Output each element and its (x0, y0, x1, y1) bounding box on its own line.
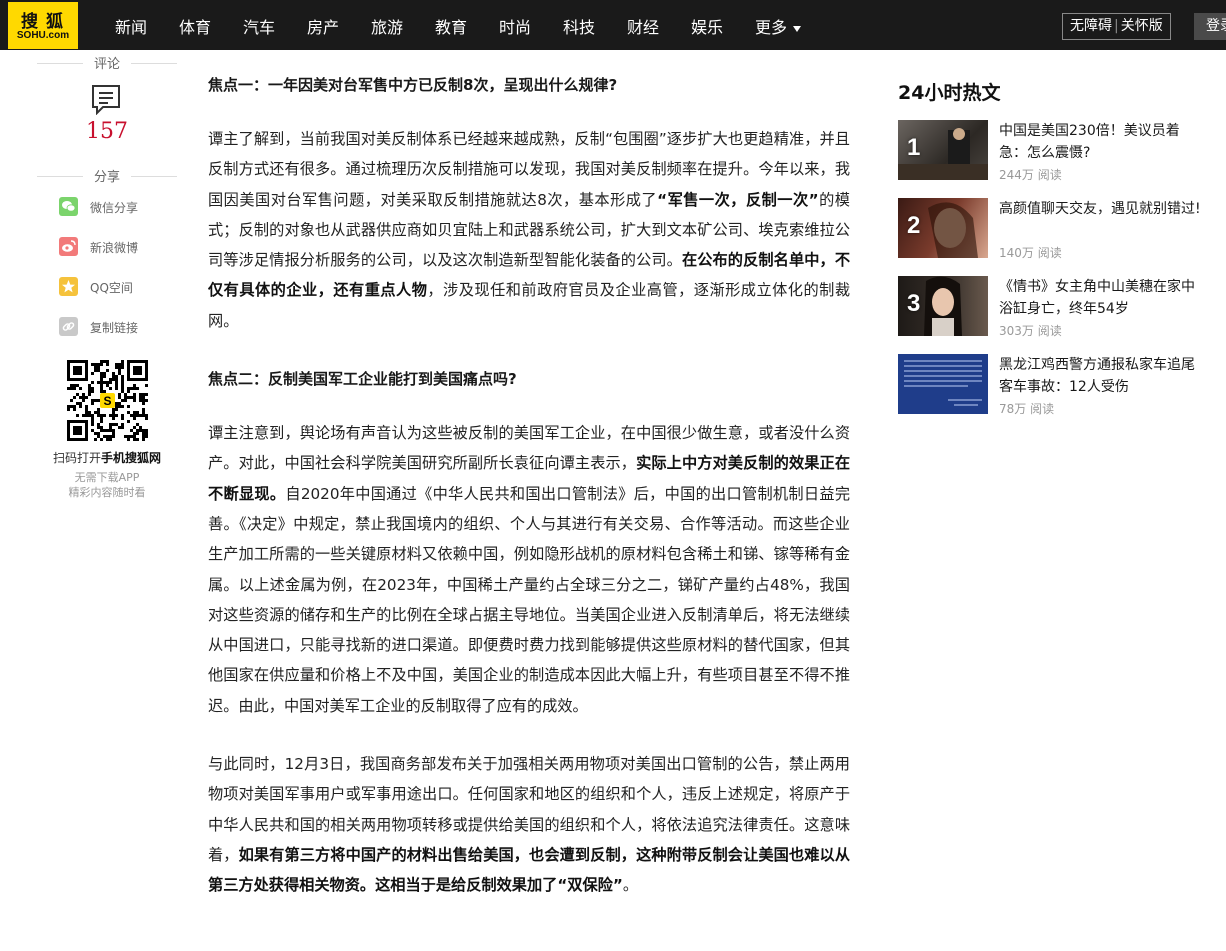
logo-en: SOHU.com (16, 30, 70, 41)
comment-section-label: 评论 (37, 53, 177, 73)
nav-item-news[interactable]: 新闻 (115, 14, 147, 38)
article-paragraph: 谭主注意到，舆论场有声音认为这些被反制的美国军工企业，在中国很少做生意，或者没什… (208, 424, 851, 715)
hot-item-reads: 78万 阅读 (999, 402, 1055, 416)
focus2-heading: 焦点二：反制美国军工企业能打到美国痛点吗? (208, 370, 517, 389)
hot-item-title[interactable]: 高颜值聊天交友，遇见就别错过! (999, 198, 1204, 220)
nav-item-tech[interactable]: 科技 (563, 14, 595, 38)
logo-cn: 搜狐 (21, 12, 71, 32)
divider: | (1114, 18, 1119, 34)
nav-item-sports[interactable]: 体育 (179, 14, 211, 38)
comment-icon[interactable] (90, 83, 122, 115)
share-wechat-label: 微信分享 (90, 201, 139, 215)
hot-thumbnail[interactable]: 3 (898, 276, 988, 336)
weibo-icon (59, 237, 78, 256)
hot-list-item[interactable]: 3 《情书》女主角中山美穗在家中浴缸身亡，终年54岁 303万 阅读 (898, 276, 1208, 338)
article-paragraph: 谭主了解到，当前我国对美反制体系已经越来越成熟，反制“包围圈”逐步扩大也更趋精准… (208, 130, 851, 330)
elderly-mode-label[interactable]: 关怀版 (1121, 18, 1163, 34)
share-copy-link-label: 复制链接 (90, 321, 139, 335)
hot-item-reads: 244万 阅读 (999, 168, 1062, 182)
article-body: 焦点一：一年因美对台军售中方已反制8次，呈现出什么规律? 谭主了解到，当前我国对… (208, 70, 850, 929)
hot-thumbnail[interactable]: 2 (898, 198, 988, 258)
share-qzone-label: QQ空间 (90, 281, 133, 295)
share-weibo-label: 新浪微博 (90, 241, 139, 255)
nav-item-finance[interactable]: 财经 (627, 14, 659, 38)
hot-list-item[interactable]: 黑龙江鸡西警方通报私家车追尾客车事故：12人受伤 78万 阅读 (898, 354, 1208, 416)
hot-thumbnail[interactable]: 1 (898, 120, 988, 180)
nav-more-menu[interactable]: 更多 (755, 14, 802, 38)
police-notice-image (904, 360, 982, 406)
hot-list-title: 24小时热文 (898, 82, 1001, 104)
nav-more-label: 更多 (755, 18, 788, 37)
hot-rank: 2 (907, 212, 921, 239)
hot-list-item[interactable]: 2 高颜值聊天交友，遇见就别错过! 140万 阅读 (898, 198, 1208, 260)
qr-center-logo: S (103, 394, 111, 408)
hot-rank: 3 (907, 290, 921, 317)
qr-caption: 扫码打开手机搜狐网 (37, 449, 177, 466)
hot-item-reads: 140万 阅读 (999, 246, 1062, 260)
chevron-down-icon (793, 25, 802, 32)
qr-subtext-2: 精彩内容随时看 (68, 486, 146, 499)
article-paragraph: 与此同时，12月3日，我国商务部发布关于加强相关两用物项对美国出口管制的公告，禁… (208, 755, 851, 895)
top-nav-bar: 搜狐 SOHU.com 新闻 体育 汽车 房产 旅游 教育 时尚 科技 财经 娱… (0, 0, 1226, 50)
wechat-icon (59, 197, 78, 216)
hot-item-title[interactable]: 黑龙江鸡西警方通报私家车追尾客车事故：12人受伤 (999, 354, 1204, 398)
hot-item-title[interactable]: 《情书》女主角中山美穗在家中浴缸身亡，终年54岁 (999, 276, 1204, 320)
nav-item-fashion[interactable]: 时尚 (499, 14, 531, 38)
nav-item-travel[interactable]: 旅游 (371, 14, 403, 38)
nav-item-entertainment[interactable]: 娱乐 (691, 14, 723, 38)
nav-item-house[interactable]: 房产 (307, 14, 339, 38)
sohu-logo[interactable]: 搜狐 SOHU.com (8, 2, 78, 49)
link-icon (59, 317, 78, 336)
hot-item-title[interactable]: 中国是美国230倍！美议员着急：怎么震慑? (999, 120, 1204, 164)
nav-item-auto[interactable]: 汽车 (243, 14, 275, 38)
accessibility-toggle[interactable]: 无障碍 | 关怀版 (1062, 13, 1171, 40)
focus1-heading: 焦点一：一年因美对台军售中方已反制8次，呈现出什么规律? (208, 76, 618, 94)
hot-item-reads: 303万 阅读 (999, 324, 1062, 338)
qr-subtext-1: 无需下载APP (74, 471, 140, 484)
share-section-label: 分享 (37, 166, 177, 186)
accessibility-label[interactable]: 无障碍 (1070, 18, 1112, 34)
qr-caption-site[interactable]: 手机搜狐网 (101, 451, 161, 465)
qr-caption-prefix: 扫码打开 (52, 451, 101, 465)
hot-list-item[interactable]: 1 中国是美国230倍！美议员着急：怎么震慑? 244万 阅读 (898, 120, 1208, 182)
hot-thumbnail[interactable] (898, 354, 988, 414)
qzone-icon (59, 277, 78, 296)
hot-rank: 1 (907, 134, 921, 161)
qr-code: S (67, 360, 148, 441)
comment-count[interactable]: 157 (37, 119, 177, 144)
nav-item-education[interactable]: 教育 (435, 14, 467, 38)
login-button[interactable]: 登录 (1194, 13, 1226, 40)
